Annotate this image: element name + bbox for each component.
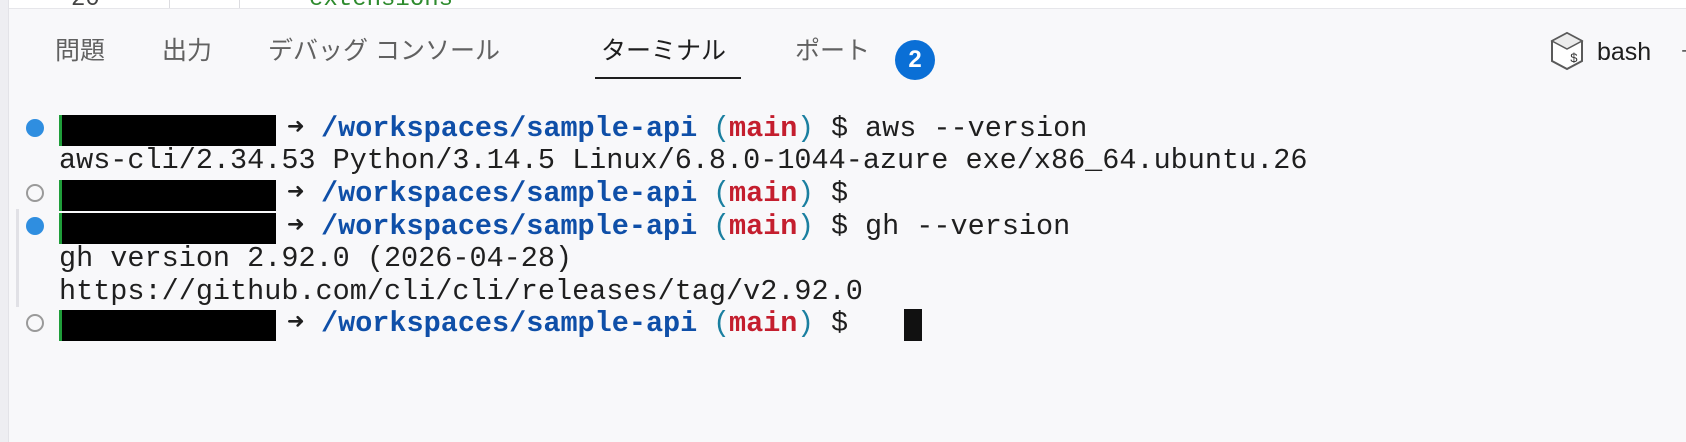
terminal-shell-name[interactable]: bash: [1597, 36, 1651, 68]
prompt-arrow: ➜: [287, 177, 305, 210]
prompt-path: /workspaces/sample-api: [321, 307, 698, 340]
prompt-paren-open: (: [713, 307, 731, 340]
prompt-path: /workspaces/sample-api: [321, 210, 698, 243]
tab-ports[interactable]: ポート: [795, 35, 870, 67]
tab-problems[interactable]: 問題: [55, 35, 105, 67]
terminal-output-line: gh version 2.92.0 (2026-04-28): [9, 241, 1686, 276]
terminal-output[interactable]: https://github.com/cli/cli/releases/tag/…: [59, 274, 863, 309]
command-success-icon[interactable]: [26, 119, 44, 137]
redacted-username: [59, 180, 276, 211]
tab-debug-console[interactable]: デバッグ コンソール: [268, 35, 500, 67]
prompt-paren-open: (: [713, 112, 731, 145]
tab-terminal[interactable]: ターミナル: [601, 35, 726, 67]
redacted-username: [59, 310, 276, 341]
panel-tab-bar: 問題 出力 デバッグ コンソール ターミナル ポート 2 $ bash +: [9, 9, 1686, 83]
active-tab-indicator: [595, 77, 741, 79]
terminal-output-line: https://github.com/cli/cli/releases/tag/…: [9, 274, 1686, 309]
editor-code-fragment: extensions: [309, 0, 453, 8]
left-gutter: [0, 0, 8, 442]
redacted-username: [59, 115, 276, 146]
terminal-cursor: [904, 309, 922, 341]
prompt-dollar: $: [831, 177, 849, 210]
tab-output[interactable]: 出力: [162, 35, 212, 67]
terminal-shell-icon[interactable]: $: [1549, 31, 1585, 71]
terminal-view[interactable]: ➜ /workspaces/sample-api ( main ) $ aws …: [9, 83, 1686, 442]
terminal-output-line: aws-cli/2.34.53 Python/3.14.5 Linux/6.8.…: [9, 143, 1686, 178]
prompt-branch: main: [729, 307, 798, 340]
terminal-command: gh --version: [865, 210, 1071, 243]
redacted-username: [59, 213, 276, 244]
command-empty-icon[interactable]: [26, 184, 44, 202]
prompt-arrow: ➜: [287, 210, 305, 243]
command-success-icon[interactable]: [26, 217, 44, 235]
prompt-path: /workspaces/sample-api: [321, 177, 698, 210]
svg-text:$: $: [1570, 51, 1578, 66]
ports-count-badge: 2: [895, 40, 935, 80]
new-terminal-button[interactable]: +: [1681, 35, 1686, 67]
prompt-paren-close: ): [797, 307, 815, 340]
prompt-paren-open: (: [713, 177, 731, 210]
terminal-output: aws-cli/2.34.53 Python/3.14.5 Linux/6.8.…: [59, 144, 1308, 177]
prompt-branch: main: [729, 177, 798, 210]
terminal-output: gh version 2.92.0 (2026-04-28): [59, 242, 573, 275]
terminal-prompt-line: ➜ /workspaces/sample-api ( main ) $: [9, 176, 1686, 211]
prompt-paren-open: (: [713, 210, 731, 243]
editor-remnant: 20 extensions: [9, 0, 1686, 9]
prompt-arrow: ➜: [287, 112, 305, 145]
prompt-path: /workspaces/sample-api: [321, 112, 698, 145]
prompt-arrow: ➜: [287, 307, 305, 340]
vscode-panel: 20 extensions 問題 出力 デバッグ コンソール ターミナル ポート…: [0, 0, 1686, 442]
prompt-branch: main: [729, 210, 798, 243]
prompt-branch: main: [729, 112, 798, 145]
prompt-paren-close: ): [797, 210, 815, 243]
command-empty-icon[interactable]: [26, 314, 44, 332]
prompt-paren-close: ): [797, 177, 815, 210]
terminal-prompt-line: ➜ /workspaces/sample-api ( main ) $ aws …: [9, 111, 1686, 146]
prompt-dollar: $: [831, 307, 849, 340]
prompt-dollar: $: [831, 112, 849, 145]
terminal-command: aws --version: [865, 112, 1088, 145]
prompt-paren-close: ): [797, 112, 815, 145]
terminal-prompt-line: ➜ /workspaces/sample-api ( main ) $: [9, 306, 1686, 341]
terminal-prompt-line: ➜ /workspaces/sample-api ( main ) $ gh -…: [9, 209, 1686, 244]
editor-divider: [239, 0, 240, 8]
editor-line-number: 20: [71, 0, 100, 8]
editor-divider: [169, 0, 170, 8]
prompt-dollar: $: [831, 210, 849, 243]
